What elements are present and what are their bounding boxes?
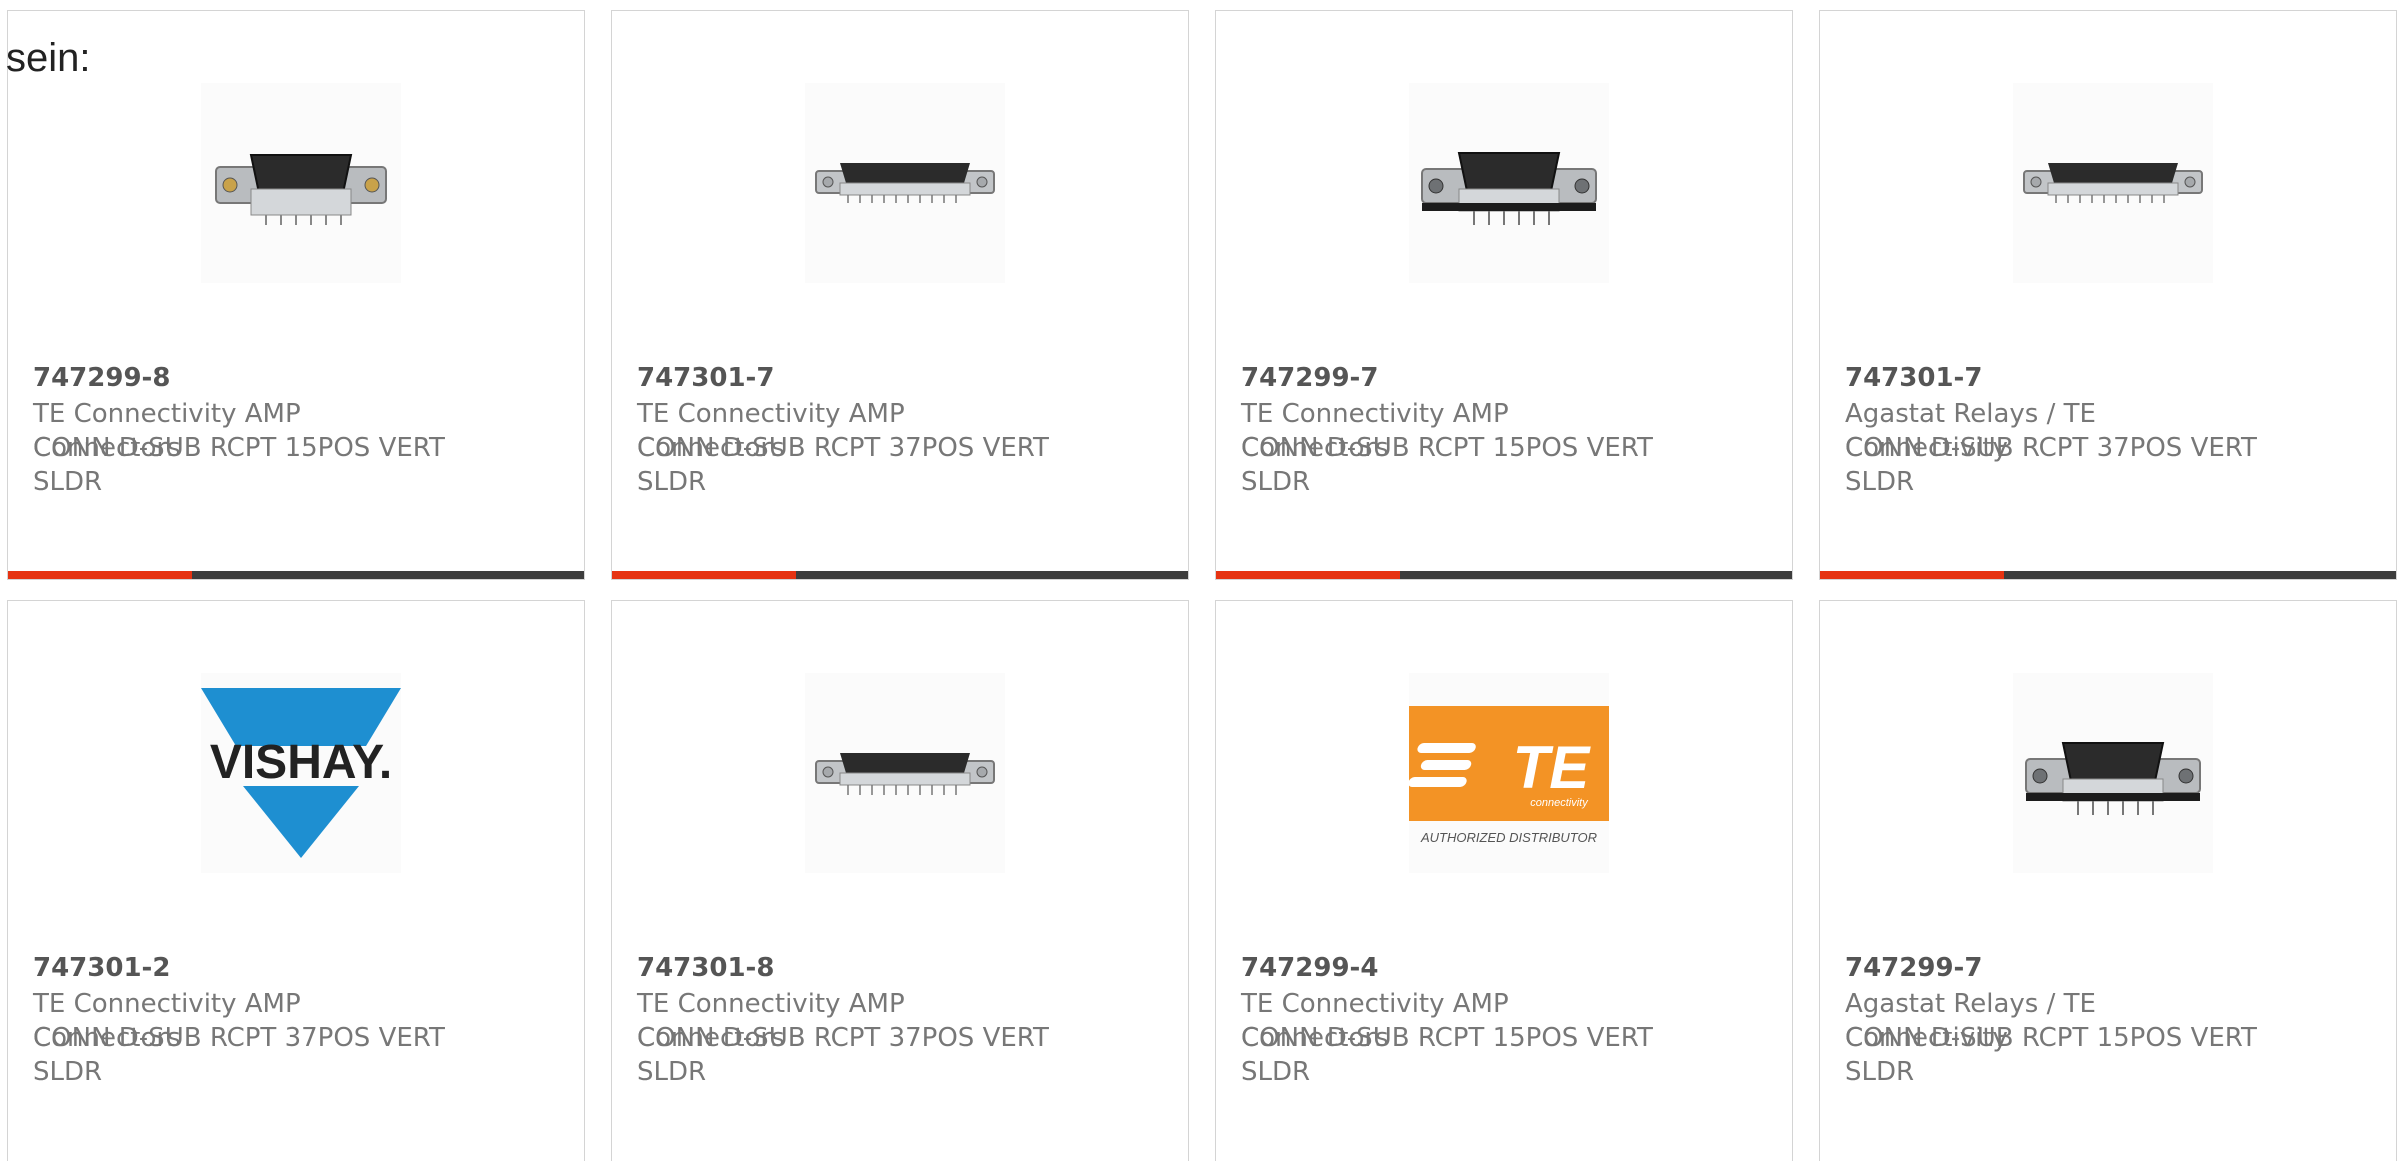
product-image[interactable] [1409,83,1609,283]
page: sein: 747299-8 TE Connectivity AMP Conne… [0,0,2400,1161]
product-grid: 747299-8 TE Connectivity AMP Connectors … [0,0,2400,1161]
part-number[interactable]: 747299-8 [33,363,170,393]
description: CONN D-SUB RCPT 37POS VERT SLDR [637,433,1049,497]
product-image[interactable] [201,83,401,283]
product-image[interactable] [805,673,1005,873]
progress-bar-fill [612,571,797,579]
description: CONN D-SUB RCPT 15POS VERT SLDR [1241,433,1653,497]
te-logo-subtext: connectivity [1530,797,1589,809]
progress-bar [8,571,584,579]
part-number[interactable]: 747301-2 [33,953,170,983]
part-number[interactable]: 747299-4 [1241,953,1378,983]
progress-bar-fill [1820,571,2005,579]
dsub-15-connector-icon [2025,742,2201,815]
description: CONN D-SUB RCPT 15POS VERT SLDR [1845,1023,2257,1087]
product-card[interactable]: 747301-8 TE Connectivity AMP Connectors … [611,600,1189,1161]
authorized-distributor-caption: AUTHORIZED DISTRIBUTOR [1420,830,1597,845]
product-card[interactable]: 747299-8 TE Connectivity AMP Connectors … [7,10,585,580]
part-number[interactable]: 747301-7 [1845,363,1982,393]
description: CONN D-SUB RCPT 37POS VERT SLDR [637,1023,1049,1087]
product-image[interactable] [2013,673,2213,873]
progress-bar [612,571,1188,579]
progress-bar-fill [8,571,193,579]
description: CONN D-SUB RCPT 15POS VERT SLDR [33,433,445,497]
part-number[interactable]: 747301-7 [637,363,774,393]
product-image[interactable] [805,83,1005,283]
te-logo-text: TE [1513,734,1592,801]
description: CONN D-SUB RCPT 15POS VERT SLDR [1241,1023,1653,1087]
part-number[interactable]: 747301-8 [637,953,774,983]
part-number[interactable]: 747299-7 [1845,953,1982,983]
product-card[interactable]: 747299-7 TE Connectivity AMP Connectors … [1215,10,1793,580]
product-card[interactable]: 747301-7 Agastat Relays / TE Connectivit… [1819,10,2397,580]
te-connectivity-logo-icon: TE connectivity AUTHORIZED DISTRIBUTOR [1409,706,1609,845]
dsub-37-connector-icon [815,163,995,203]
progress-bar [1216,571,1792,579]
progress-bar-fill [1216,571,1401,579]
vishay-logo-text: VISHAY. [210,736,392,789]
product-card[interactable]: 747301-7 TE Connectivity AMP Connectors … [611,10,1189,580]
product-card[interactable]: 747299-7 Agastat Relays / TE Connectivit… [1819,600,2397,1161]
product-image[interactable] [2013,83,2213,283]
description: CONN D-SUB RCPT 37POS VERT SLDR [1845,433,2257,497]
product-card[interactable]: VISHAY. 747301-2 TE Connectivity AMP Con… [7,600,585,1161]
dsub-37-connector-icon [2023,163,2203,203]
intro-text: sein: [6,36,91,80]
product-image[interactable]: VISHAY. [201,673,401,873]
progress-bar [1820,571,2396,579]
dsub-15-connector-icon [215,154,387,225]
part-number[interactable]: 747299-7 [1241,363,1378,393]
description: CONN D-SUB RCPT 37POS VERT SLDR [33,1023,445,1087]
dsub-15-connector-icon [1421,152,1597,225]
dsub-37-connector-icon [815,753,995,795]
vishay-logo-icon: VISHAY. [201,688,401,858]
product-card[interactable]: TE connectivity AUTHORIZED DISTRIBUTOR 7… [1215,600,1793,1161]
product-image[interactable]: TE connectivity AUTHORIZED DISTRIBUTOR [1409,673,1609,873]
